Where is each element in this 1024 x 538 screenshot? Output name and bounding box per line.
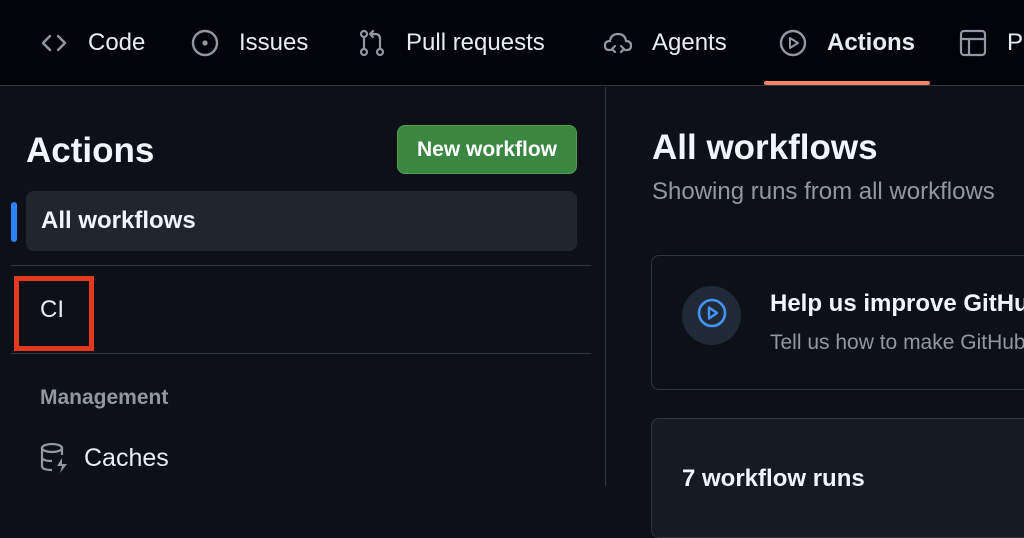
tab-agents-label: Agents (652, 29, 727, 56)
tab-pull-requests[interactable]: Pull requests (358, 0, 545, 86)
code-icon (40, 29, 68, 57)
tab-projects-label: Pr (1007, 29, 1024, 56)
banner-text: Tell us how to make GitHub Actions work … (770, 331, 1024, 354)
sidebar-item-ci[interactable]: CI (40, 296, 64, 324)
sidebar-item-all-workflows[interactable]: All workflows (26, 191, 577, 251)
repo-nav-bar: Code Issues Pull requests Agents Actions… (0, 0, 1024, 86)
sidebar-item-label: All workflows (41, 207, 196, 234)
actions-sidebar: Actions New workflow All workflows CI Ma… (0, 87, 606, 486)
issue-circle-icon (191, 29, 219, 57)
active-item-marker (11, 202, 17, 242)
tab-code-label: Code (88, 29, 146, 56)
tab-actions[interactable]: Actions (779, 0, 915, 86)
tab-code[interactable]: Code (40, 0, 145, 86)
workflow-runs-panel: 7 workflow runs (651, 418, 1024, 538)
play-circle-icon (696, 297, 728, 334)
new-workflow-button[interactable]: New workflow (397, 125, 577, 174)
tab-projects[interactable]: Pr (959, 0, 1024, 86)
tab-pull-requests-label: Pull requests (406, 29, 545, 56)
caches-label: Caches (84, 443, 169, 472)
selected-tab-underline (764, 81, 930, 85)
agent-cloud-icon (603, 29, 633, 57)
sidebar-title: Actions (26, 131, 155, 170)
feedback-banner: Help us improve GitHub Actions Tell us h… (651, 255, 1024, 390)
divider (11, 353, 591, 354)
banner-icon-circle (682, 286, 741, 345)
pull-request-icon (358, 29, 386, 57)
page-subtitle: Showing runs from all workflows (652, 178, 995, 205)
divider (11, 265, 591, 266)
project-table-icon (959, 29, 987, 57)
workflow-runs-count: 7 workflow runs (682, 465, 865, 492)
database-icon (40, 442, 70, 474)
tab-issues-label: Issues (239, 29, 309, 56)
tab-issues[interactable]: Issues (191, 0, 308, 86)
page-title: All workflows (652, 128, 878, 167)
tab-agents[interactable]: Agents (603, 0, 727, 86)
management-heading: Management (40, 386, 169, 409)
banner-title: Help us improve GitHub Actions (770, 290, 1024, 317)
tab-actions-label: Actions (827, 29, 916, 56)
play-circle-icon (779, 29, 807, 57)
sidebar-item-caches[interactable]: Caches (40, 441, 169, 475)
